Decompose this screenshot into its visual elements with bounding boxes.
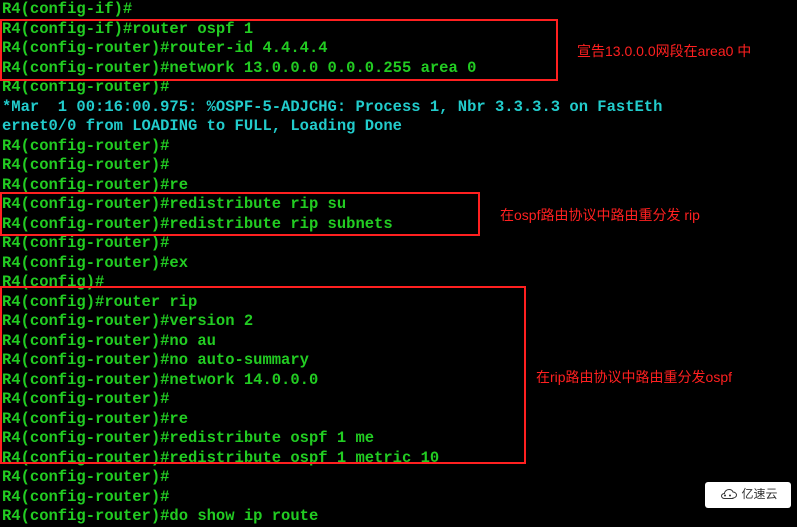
- terminal-line: R4(config-router)#: [2, 468, 662, 488]
- terminal-line: ernet0/0 from LOADING to FULL, Loading D…: [2, 117, 662, 137]
- terminal-line: R4(config-router)#: [2, 234, 662, 254]
- terminal-line: R4(config)#router rip: [2, 293, 662, 313]
- terminal-line: R4(config-router)#router-id 4.4.4.4: [2, 39, 662, 59]
- terminal-line: R4(config-if)#: [2, 0, 662, 20]
- terminal-line: R4(config-router)#no au: [2, 332, 662, 352]
- cloud-icon: [718, 488, 738, 502]
- terminal-output[interactable]: R4(config-if)#R4(config-if)#router ospf …: [2, 0, 662, 527]
- terminal-line: R4(config-router)#: [2, 78, 662, 98]
- terminal-line: R4(config-router)#re: [2, 410, 662, 430]
- terminal-line: R4(config-router)#: [2, 137, 662, 157]
- terminal-line: *Mar 1 00:16:00.975: %OSPF-5-ADJCHG: Pro…: [2, 98, 662, 118]
- terminal-line: R4(config-router)#: [2, 390, 662, 410]
- terminal-line: R4(config-router)#redistribute ospf 1 me…: [2, 449, 662, 469]
- terminal-line: R4(config-router)#ex: [2, 254, 662, 274]
- terminal-line: R4(config-router)#network 13.0.0.0 0.0.0…: [2, 59, 662, 79]
- terminal-line: R4(config-router)#version 2: [2, 312, 662, 332]
- annotation-redistribute-rip: 在ospf路由协议中路由重分发 rip: [500, 206, 700, 226]
- terminal-line: R4(config)#: [2, 273, 662, 293]
- watermark-text: 亿速云: [741, 485, 777, 505]
- terminal-line: R4(config-router)#do show ip route: [2, 507, 662, 527]
- terminal-line: R4(config-router)#re: [2, 176, 662, 196]
- terminal-line: R4(config-if)#router ospf 1: [2, 20, 662, 40]
- terminal-line: R4(config-router)#redistribute ospf 1 me: [2, 429, 662, 449]
- terminal-line: R4(config-router)#: [2, 488, 662, 508]
- annotation-ospf-area: 宣告13.0.0.0网段在area0 中: [577, 42, 751, 62]
- watermark-logo: 亿速云: [705, 482, 791, 508]
- annotation-redistribute-ospf: 在rip路由协议中路由重分发ospf: [536, 368, 732, 388]
- terminal-line: R4(config-router)#: [2, 156, 662, 176]
